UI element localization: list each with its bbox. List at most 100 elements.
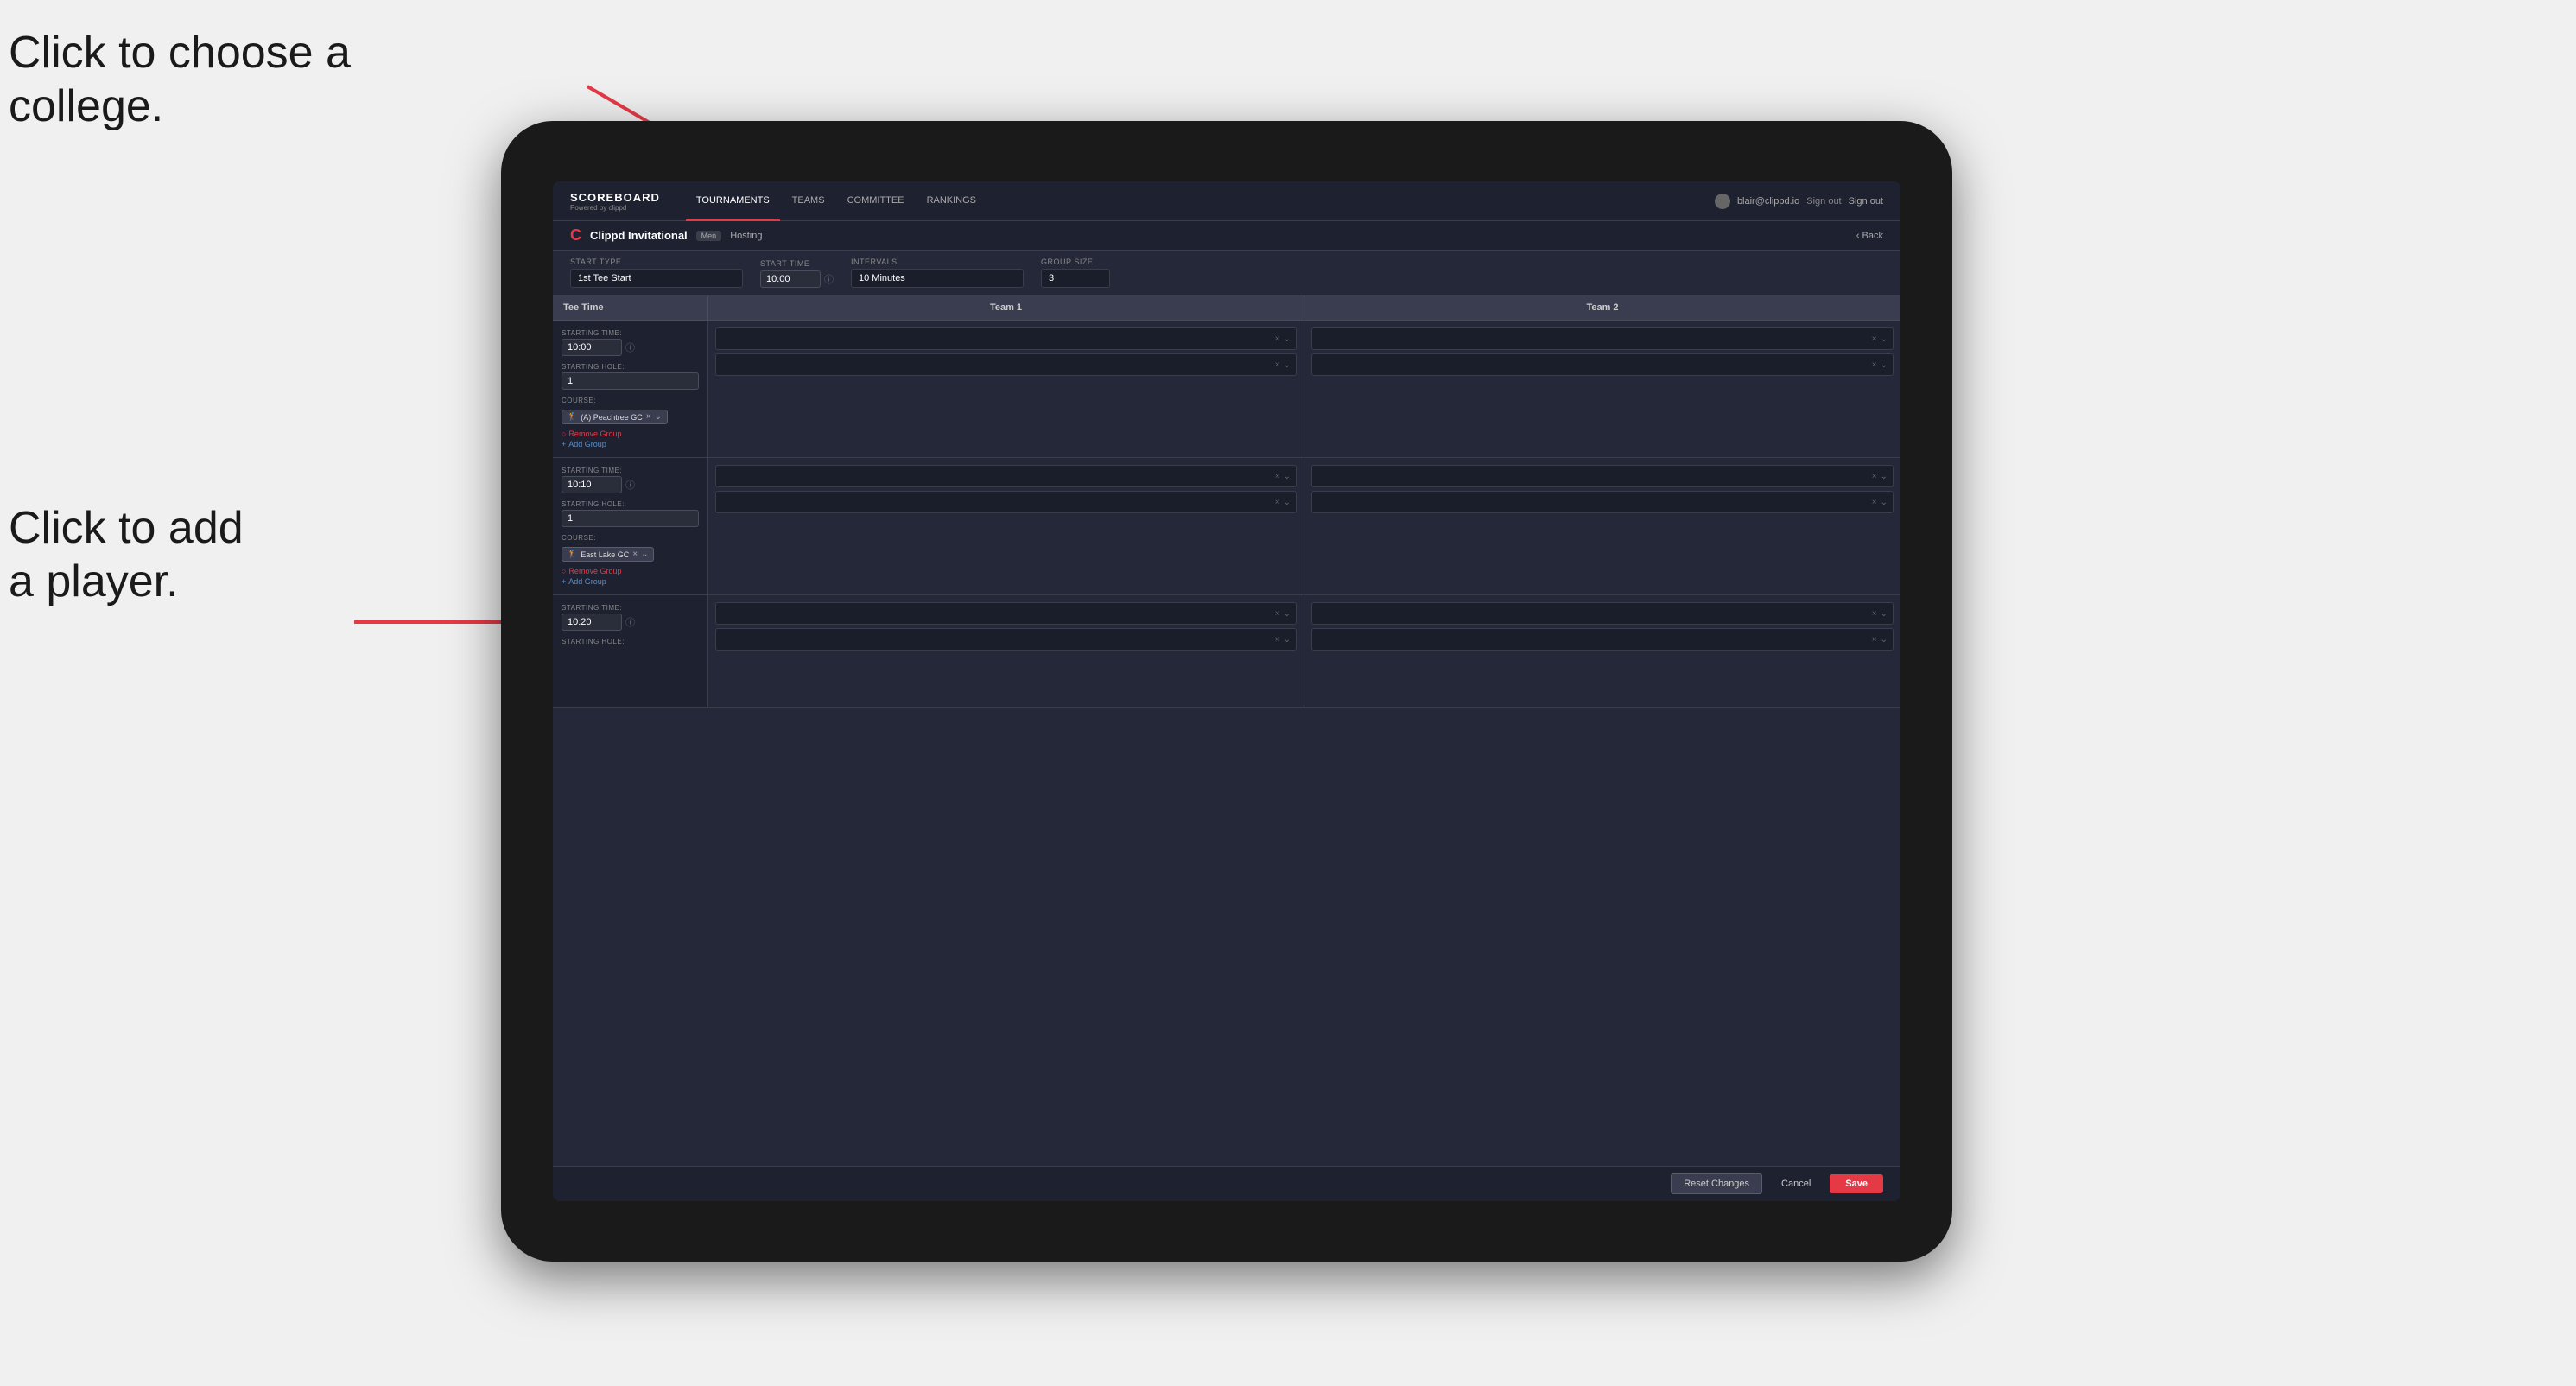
player-row-3-2[interactable]: × ⌄ [715, 491, 1297, 513]
team1-cell-3: × ⌄ × ⌄ [708, 595, 1304, 707]
starting-time-label-1: STARTING TIME: [562, 329, 699, 337]
player-chevron-1-2[interactable]: ⌄ [1284, 360, 1291, 370]
starting-time-row-3: ⓘ [562, 614, 699, 631]
course-name-1: (A) Peachtree GC [581, 413, 643, 422]
nav-link-tournaments[interactable]: TOURNAMENTS [686, 181, 780, 221]
player-chevron-5-1[interactable]: ⌄ [1284, 609, 1291, 619]
cancel-button[interactable]: Cancel [1769, 1174, 1823, 1193]
intervals-label: Intervals [851, 257, 1024, 266]
player-row-1-2[interactable]: × ⌄ [715, 353, 1297, 376]
player-remove-4-1[interactable]: × [1872, 472, 1877, 481]
annotation-add-player: Click to add a player. [9, 501, 244, 609]
player-row-4-1[interactable]: × ⌄ [1311, 465, 1894, 487]
player-row-5-2[interactable]: × ⌄ [715, 628, 1297, 651]
start-time-input[interactable] [760, 270, 821, 288]
save-button[interactable]: Save [1830, 1174, 1883, 1193]
player-remove-5-2[interactable]: × [1275, 635, 1280, 645]
player-row-3-1[interactable]: × ⌄ [715, 465, 1297, 487]
player-remove-5-1[interactable]: × [1275, 609, 1280, 619]
starting-time-input-1[interactable] [562, 339, 622, 356]
nav-link-rankings[interactable]: RANKINGS [917, 181, 987, 221]
course-tag-1[interactable]: 🏌 (A) Peachtree GC × ⌄ [562, 410, 668, 424]
player-chevron-6-1[interactable]: ⌄ [1881, 609, 1888, 619]
start-type-label: Start Type [570, 257, 743, 266]
team2-cell-1: × ⌄ × ⌄ [1304, 321, 1900, 457]
hosting-label: Hosting [730, 231, 762, 241]
player-chevron-5-2[interactable]: ⌄ [1284, 635, 1291, 645]
tee-time-cell-3: STARTING TIME: ⓘ STARTING HOLE: [553, 595, 708, 707]
logo-subtitle: Powered by clippd [570, 204, 660, 212]
player-remove-1-1[interactable]: × [1275, 334, 1280, 344]
start-type-select[interactable]: 1st Tee Start [570, 269, 743, 288]
remove-group-2[interactable]: ○ Remove Group [562, 567, 699, 575]
player-remove-1-2[interactable]: × [1275, 360, 1280, 370]
team1-cell-2: × ⌄ × ⌄ [708, 458, 1304, 594]
start-time-label: Start Time [760, 259, 834, 268]
player-chevron-6-2[interactable]: ⌄ [1881, 635, 1888, 645]
course-icon-1: 🏌 [568, 412, 577, 422]
intervals-select[interactable]: 10 Minutes [851, 269, 1024, 288]
bottom-bar: Reset Changes Cancel Save [553, 1166, 1900, 1201]
player-chevron-2-1[interactable]: ⌄ [1881, 334, 1888, 344]
logo-area: SCOREBOARD Powered by clippd [570, 191, 660, 212]
player-remove-3-2[interactable]: × [1275, 498, 1280, 507]
player-row-4-2[interactable]: × ⌄ [1311, 491, 1894, 513]
starting-hole-label-2: STARTING HOLE: [562, 500, 699, 508]
course-remove-1[interactable]: × [646, 412, 651, 422]
player-remove-6-2[interactable]: × [1872, 635, 1877, 645]
user-avatar [1715, 194, 1730, 209]
course-chevron-2[interactable]: ⌄ [641, 550, 648, 559]
add-group-1[interactable]: + Add Group [562, 440, 699, 448]
group-size-label: Group Size [1041, 257, 1110, 266]
add-group-2[interactable]: + Add Group [562, 577, 699, 586]
group-size-group: Group Size 3 [1041, 257, 1110, 288]
starting-hole-select-1[interactable]: 1 [562, 372, 699, 390]
nav-right: blair@clippd.io Sign out Sign out [1715, 194, 1883, 209]
course-remove-2[interactable]: × [632, 550, 638, 559]
reset-changes-button[interactable]: Reset Changes [1671, 1173, 1762, 1194]
player-row-2-1[interactable]: × ⌄ [1311, 327, 1894, 350]
player-chevron-3-1[interactable]: ⌄ [1284, 472, 1291, 481]
sign-out-link[interactable]: Sign out [1806, 196, 1841, 207]
player-remove-3-1[interactable]: × [1275, 472, 1280, 481]
start-time-group: Start Time ⓘ [760, 259, 834, 288]
player-chevron-3-2[interactable]: ⌄ [1284, 498, 1291, 507]
clippd-logo-icon: C [570, 226, 581, 245]
starting-time-input-3[interactable] [562, 614, 622, 631]
course-name-2: East Lake GC [581, 550, 629, 559]
starting-time-input-2[interactable] [562, 476, 622, 493]
player-remove-6-1[interactable]: × [1872, 609, 1877, 619]
back-button[interactable]: ‹ Back [1856, 231, 1883, 241]
player-row-1-1[interactable]: × ⌄ [715, 327, 1297, 350]
player-remove-4-2[interactable]: × [1872, 498, 1877, 507]
nav-link-teams[interactable]: TEAMS [782, 181, 835, 221]
tournament-name: Clippd Invitational [590, 229, 688, 242]
starting-hole-select-2[interactable]: 1 [562, 510, 699, 527]
player-chevron-1-1[interactable]: ⌄ [1284, 334, 1291, 344]
sign-out-text[interactable]: Sign out [1849, 196, 1883, 207]
group-size-select[interactable]: 3 [1041, 269, 1110, 288]
annotation-choose-college: Click to choose a college. [9, 26, 351, 134]
player-row-6-1[interactable]: × ⌄ [1311, 602, 1894, 625]
player-row-6-2[interactable]: × ⌄ [1311, 628, 1894, 651]
course-label-1: COURSE: [562, 397, 699, 404]
player-chevron-4-2[interactable]: ⌄ [1881, 498, 1888, 507]
player-row-2-2[interactable]: × ⌄ [1311, 353, 1894, 376]
player-remove-2-2[interactable]: × [1872, 360, 1877, 370]
tee-time-cell-1: STARTING TIME: ⓘ STARTING HOLE: 1 COURSE… [553, 321, 708, 457]
start-type-group: Start Type 1st Tee Start [570, 257, 743, 288]
player-remove-2-1[interactable]: × [1872, 334, 1877, 344]
nav-link-committee[interactable]: COMMITTEE [837, 181, 915, 221]
sub-header: C Clippd Invitational Men Hosting ‹ Back [553, 221, 1900, 251]
course-chevron-1[interactable]: ⌄ [655, 412, 662, 422]
app-logo: SCOREBOARD [570, 191, 660, 204]
remove-group-1[interactable]: ○ Remove Group [562, 429, 699, 438]
player-row-5-1[interactable]: × ⌄ [715, 602, 1297, 625]
player-chevron-4-1[interactable]: ⌄ [1881, 472, 1888, 481]
th-tee-time: Tee Time [553, 296, 708, 320]
course-label-2: COURSE: [562, 534, 699, 542]
starting-time-label-3: STARTING TIME: [562, 604, 699, 612]
course-tag-2[interactable]: 🏌 East Lake GC × ⌄ [562, 547, 654, 562]
action-links-2: ○ Remove Group + Add Group [562, 567, 699, 586]
player-chevron-2-2[interactable]: ⌄ [1881, 360, 1888, 370]
